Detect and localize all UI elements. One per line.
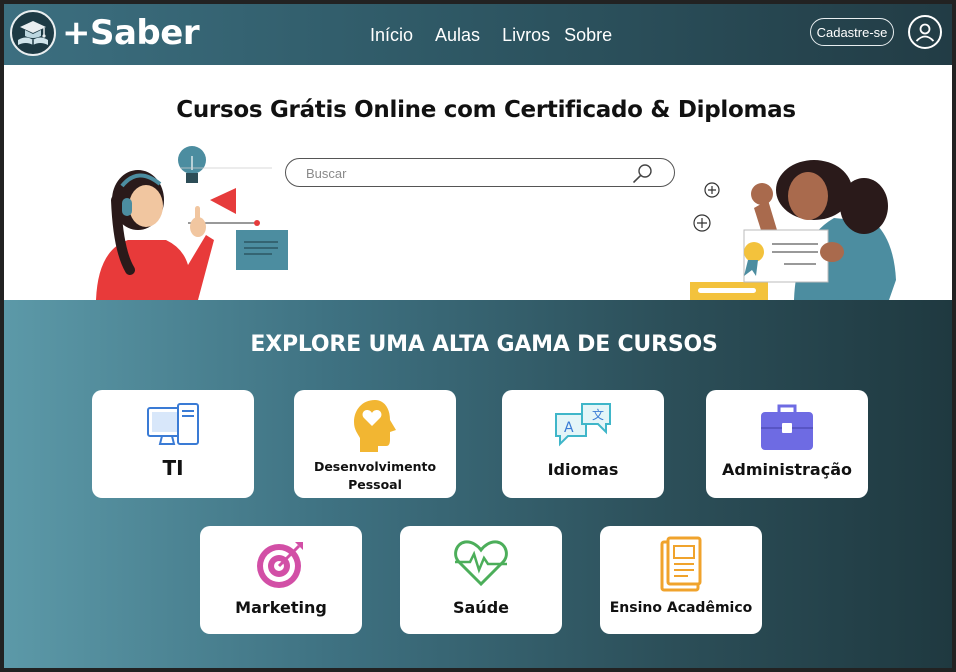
nav-link-aulas[interactable]: Aulas [435, 25, 480, 46]
graduation-cap-book-icon [10, 10, 56, 56]
hero-title: Cursos Grátis Online com Certificado & D… [176, 97, 796, 123]
course-card-saude[interactable]: Saúde [400, 526, 562, 634]
course-label-marketing: Marketing [235, 598, 327, 617]
course-label-administracao: Administração [722, 460, 852, 479]
target-icon [257, 542, 303, 588]
search-icon[interactable] [631, 162, 655, 184]
course-label-ti: TI [162, 456, 184, 480]
user-circle-icon [915, 23, 935, 42]
course-label-saude: Saúde [452, 598, 509, 617]
nav-link-inicio[interactable]: Início [370, 25, 413, 46]
course-card-marketing[interactable]: Marketing [200, 526, 362, 634]
hero-section: Cursos Grátis Online com Certificado & D… [4, 65, 952, 300]
svg-text:A: A [564, 420, 574, 436]
translate-icon: A 文 [555, 403, 611, 447]
nav-link-livros[interactable]: Livros [502, 25, 550, 46]
course-card-administracao[interactable]: Administração [706, 390, 868, 498]
course-label-ensino-academico: Ensino Acadêmico [609, 600, 753, 616]
page-frame: +Saber Início Aulas Livros Sobre Cadastr… [0, 0, 956, 672]
student-headphones-illustration [96, 146, 288, 300]
top-navbar: +Saber Início Aulas Livros Sobre Cadastr… [4, 4, 952, 65]
courses-title: EXPLORE UMA ALTA GAMA DE CURSOS [250, 332, 718, 357]
logo[interactable]: +Saber [10, 10, 200, 56]
student-certificate-illustration [690, 160, 896, 300]
brand-name: +Saber [62, 13, 200, 53]
profile-button[interactable] [908, 15, 942, 49]
course-card-desenvolvimento-pessoal[interactable]: Desenvolvimento Pessoal [294, 390, 456, 498]
course-label-desenvolvimento-pessoal: Desenvolvimento Pessoal [313, 459, 437, 492]
briefcase-icon [761, 404, 813, 450]
search-bar [285, 158, 675, 187]
main-nav: Início Aulas Livros Sobre [370, 25, 630, 46]
course-card-ti[interactable]: TI [92, 390, 254, 498]
courses-section: EXPLORE UMA ALTA GAMA DE CURSOS TI Desen… [4, 300, 952, 668]
heart-pulse-icon [454, 540, 508, 586]
svg-text:文: 文 [592, 407, 604, 422]
head-heart-icon [354, 400, 396, 452]
course-card-ensino-academico[interactable]: Ensino Acadêmico [600, 526, 762, 634]
course-label-idiomas: Idiomas [547, 460, 619, 479]
book-icon [660, 536, 702, 592]
course-card-idiomas[interactable]: A 文 Idiomas [502, 390, 664, 498]
search-input[interactable] [306, 164, 626, 182]
signup-button[interactable]: Cadastre-se [810, 18, 894, 46]
computer-icon [147, 403, 199, 445]
nav-link-sobre[interactable]: Sobre [564, 25, 612, 46]
